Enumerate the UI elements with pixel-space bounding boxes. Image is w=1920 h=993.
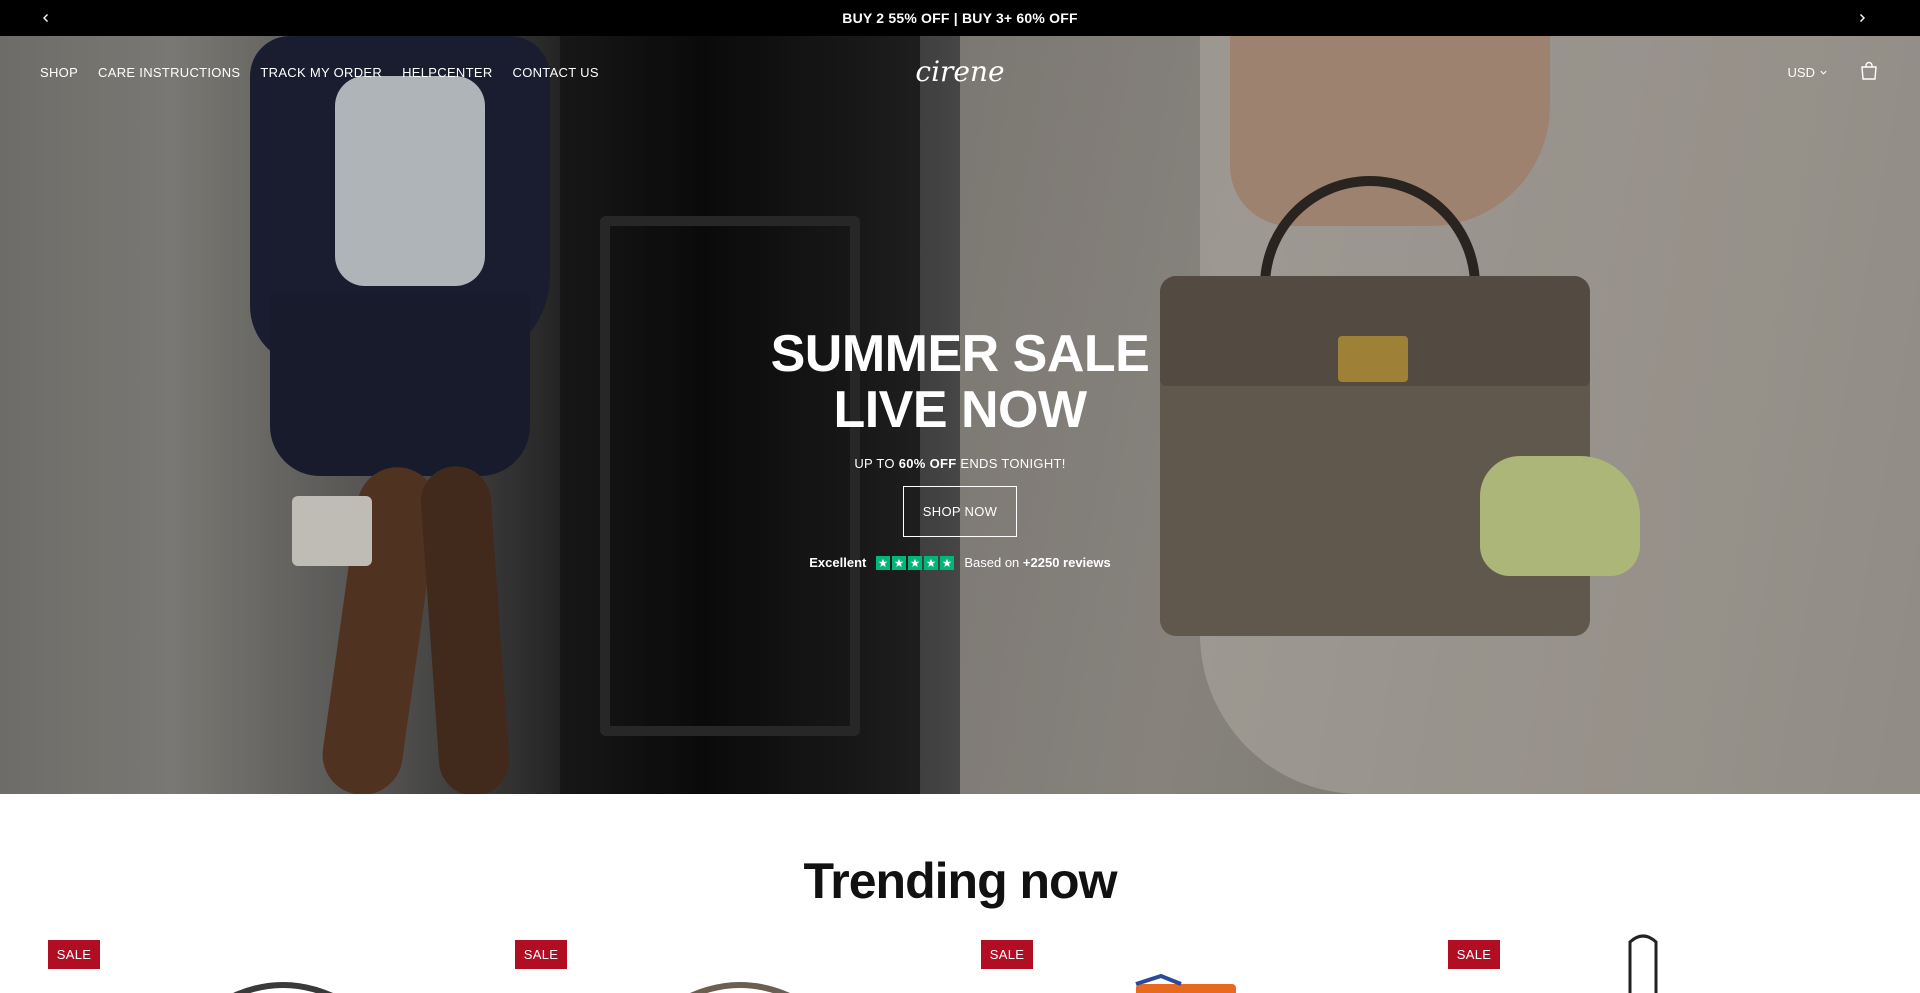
hero-title: SUMMER SALE LIVE NOW — [660, 326, 1260, 438]
star-icon — [908, 555, 923, 570]
hero-subtitle-discount: 60% OFF — [898, 456, 957, 471]
star-icon — [876, 555, 891, 570]
product-image — [1135, 974, 1236, 993]
sale-badge: SALE — [515, 940, 567, 969]
rating-label: Excellent — [809, 555, 867, 570]
based-on-label: Based on — [964, 555, 1020, 570]
hero-subtitle-prefix: UP TO — [854, 456, 899, 471]
hero-title-line2: LIVE NOW — [833, 381, 1087, 439]
chevron-right-icon — [1860, 14, 1865, 22]
hero-content: SUMMER SALE LIVE NOW UP TO 60% OFF ENDS … — [660, 326, 1260, 570]
sale-badge: SALE — [1448, 940, 1500, 969]
review-count: +2250 reviews — [1022, 555, 1111, 570]
reviews-based-on: Based on +2250 reviews — [964, 555, 1110, 570]
shopping-bag-icon — [1861, 61, 1877, 80]
star-icon — [924, 555, 939, 570]
star-icon — [892, 555, 907, 570]
currency-selector[interactable]: USD — [1788, 65, 1828, 80]
sale-badge: SALE — [981, 940, 1033, 969]
currency-label: USD — [1787, 65, 1815, 80]
product-card[interactable]: SALE — [515, 940, 955, 993]
shop-now-button[interactable]: SHOP NOW — [903, 486, 1017, 537]
product-card[interactable]: SALE — [48, 940, 488, 993]
trustpilot-widget[interactable]: Excellent Based on +2250 reviews — [660, 555, 1260, 570]
product-image — [233, 982, 333, 993]
trending-section: Trending now SALE SALE SALE SALE — [0, 794, 1920, 993]
cart-button[interactable] — [1858, 60, 1882, 84]
nav-link-helpcenter[interactable]: HELPCENTER — [402, 65, 492, 80]
sale-badge: SALE — [48, 940, 100, 969]
rating-stars — [876, 555, 955, 570]
product-image — [1628, 934, 1658, 993]
trending-title: Trending now — [803, 853, 1118, 909]
product-card[interactable]: SALE — [1448, 934, 1888, 993]
hero-subtitle: UP TO 60% OFF ENDS TONIGHT! — [660, 456, 1260, 471]
hero-subtitle-suffix: ENDS TONIGHT! — [956, 456, 1066, 471]
hero-title-line1: SUMMER SALE — [770, 325, 1150, 383]
nav-link-track-my-order[interactable]: TRACK MY ORDER — [260, 65, 382, 80]
chevron-down-icon — [1820, 70, 1827, 75]
main-nav: SHOP CARE INSTRUCTIONS TRACK MY ORDER HE… — [40, 65, 599, 80]
announcement-text: BUY 2 55% OFF | BUY 3+ 60% OFF — [842, 10, 1078, 26]
chevron-left-icon — [43, 14, 48, 22]
announcement-bar: BUY 2 55% OFF | BUY 3+ 60% OFF — [0, 0, 1920, 36]
star-icon — [940, 555, 955, 570]
nav-link-contact-us[interactable]: CONTACT US — [513, 65, 599, 80]
product-image — [690, 982, 790, 993]
brand-logo[interactable]: cirene — [912, 54, 1008, 90]
announcement-next-button[interactable] — [1844, 0, 1880, 36]
announcement-prev-button[interactable] — [28, 0, 64, 36]
main-header: SHOP CARE INSTRUCTIONS TRACK MY ORDER HE… — [0, 36, 1920, 108]
product-card[interactable]: SALE — [981, 940, 1421, 993]
nav-link-care-instructions[interactable]: CARE INSTRUCTIONS — [98, 65, 240, 80]
nav-link-shop[interactable]: SHOP — [40, 65, 78, 80]
